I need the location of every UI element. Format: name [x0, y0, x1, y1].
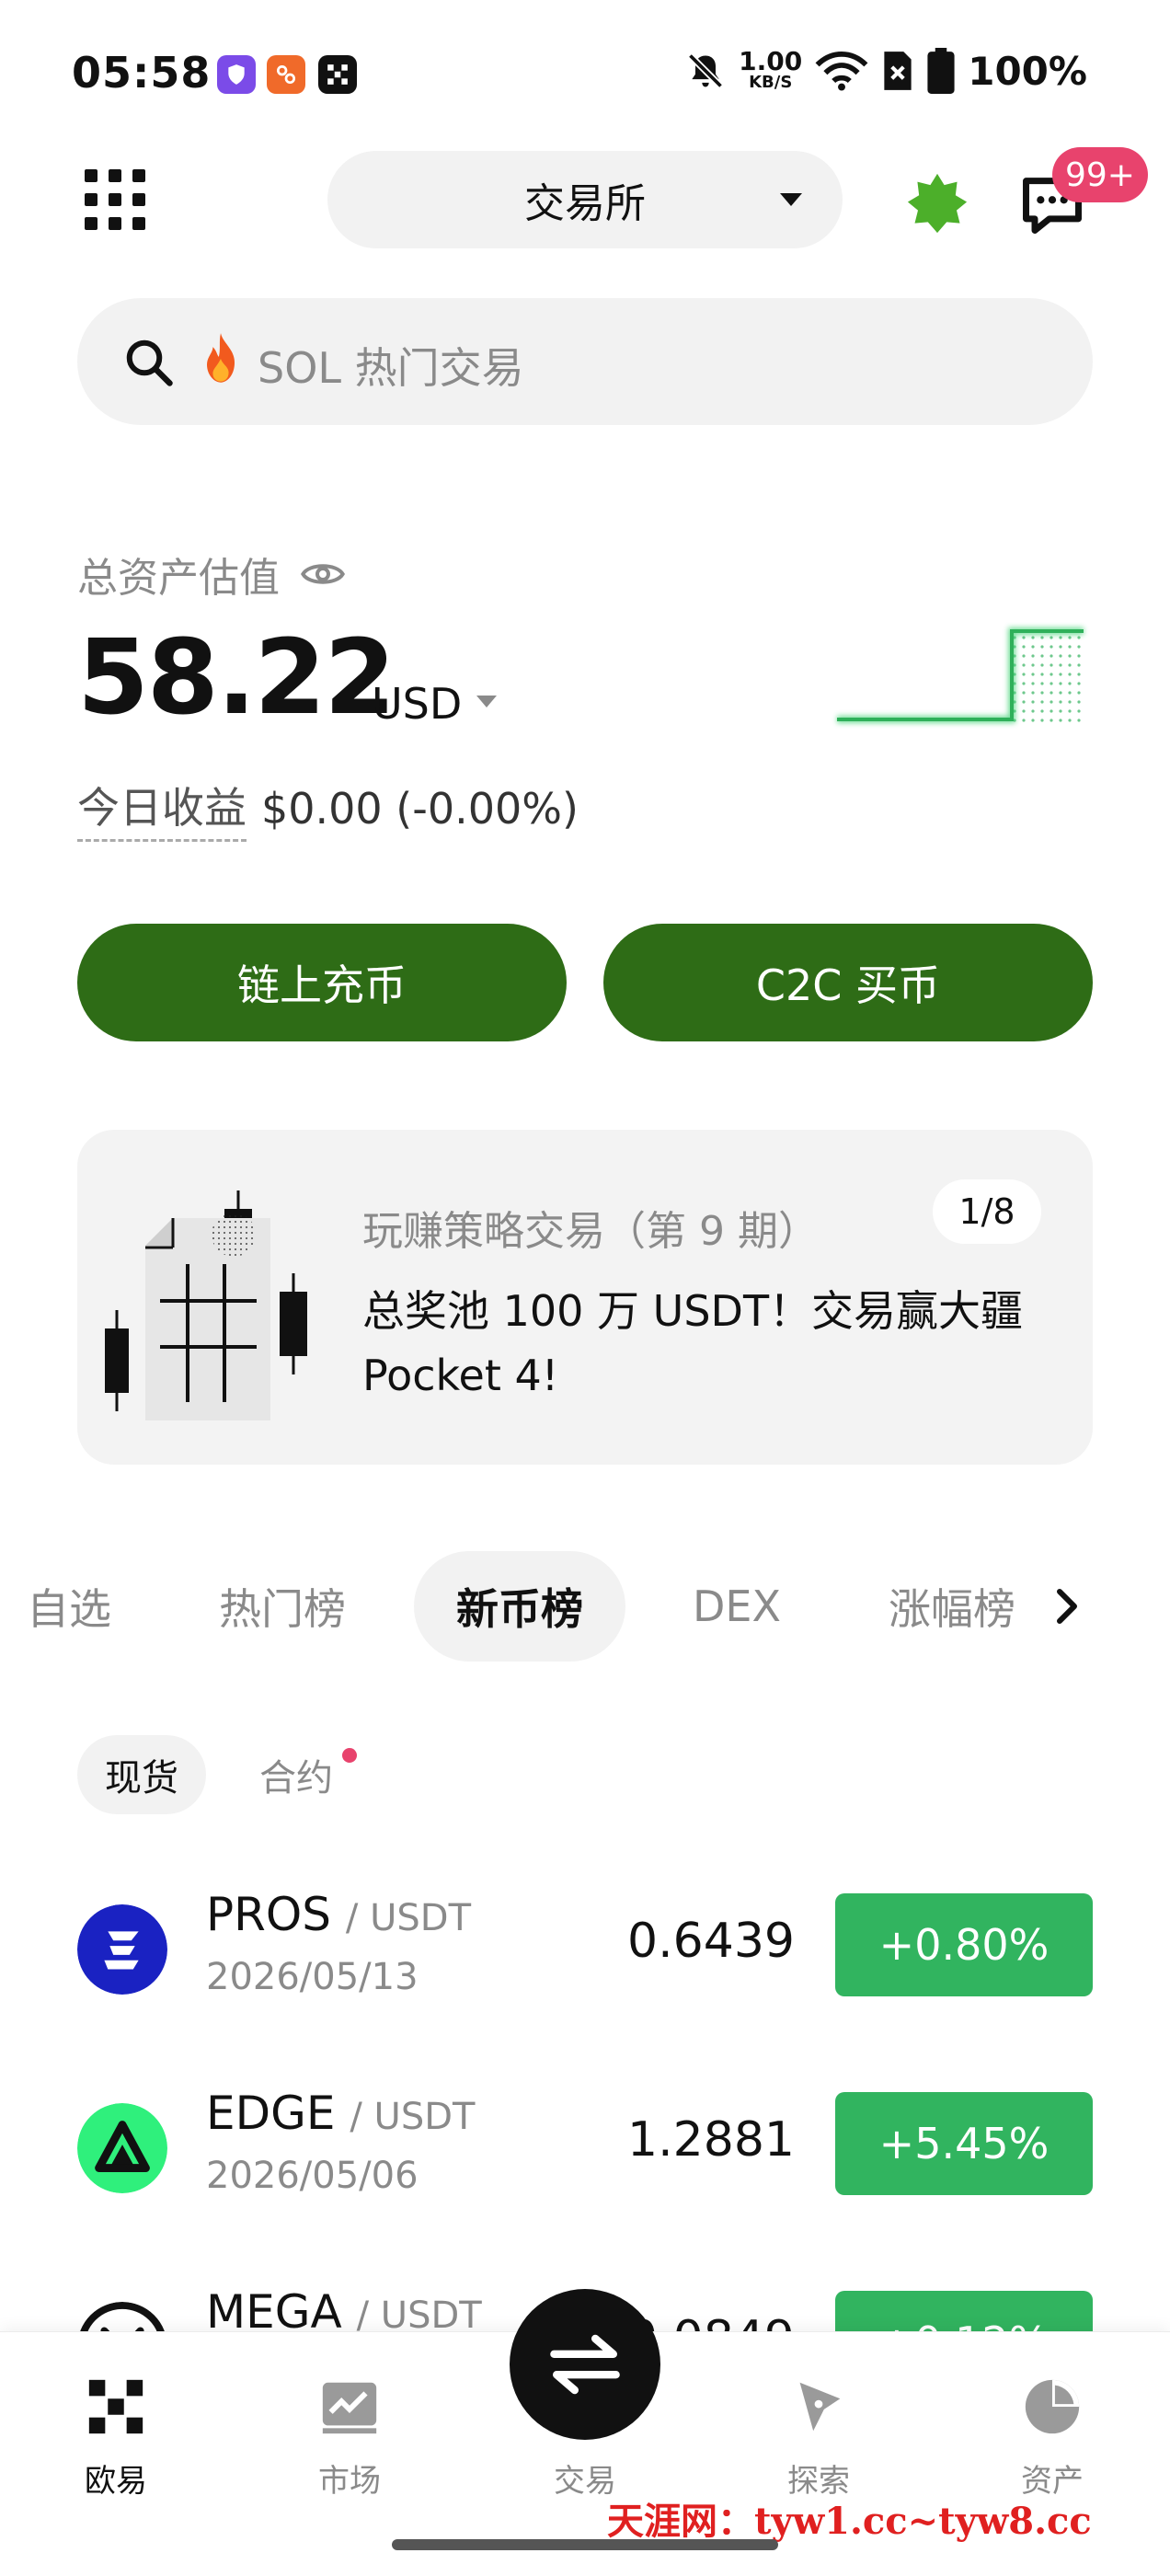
total-assets-label: 总资产估值: [77, 545, 346, 604]
banner-page-indicator: 1/8: [933, 1179, 1041, 1244]
pros-coin-icon: [77, 1904, 167, 1995]
no-sim-icon: [884, 52, 912, 90]
compass-icon: [799, 2382, 841, 2432]
pair-name: PROS / USDT: [206, 1888, 471, 1941]
tab-new-listings[interactable]: 新币榜: [414, 1551, 625, 1662]
okx-logo-icon: [88, 2379, 143, 2434]
network-speed: 1.00 KB/S: [739, 46, 803, 92]
nav-okx-home[interactable]: 欧易: [33, 2365, 199, 2531]
subtab-futures[interactable]: 合约: [241, 1735, 351, 1814]
today-pnl: 今日收益 $0.00 (-0.00%): [77, 775, 579, 842]
currency-chevron-down-icon[interactable]: [476, 696, 497, 707]
tab-watchlist[interactable]: 自选: [18, 1551, 120, 1662]
chevron-down-icon: [780, 193, 802, 206]
edge-coin-icon: [77, 2103, 167, 2193]
exchange-mode-selector[interactable]: 交易所: [327, 151, 843, 248]
mute-bell-icon: [688, 52, 724, 89]
status-time: 05:58: [72, 48, 212, 98]
c2c-buy-button[interactable]: C2C 买币: [603, 924, 1093, 1041]
total-assets-value: 58.22: [77, 618, 396, 738]
market-chart-icon: [322, 2382, 377, 2434]
pair-name: EDGE / USDT: [206, 2087, 476, 2140]
nav-market[interactable]: 市场: [267, 2365, 432, 2531]
star-badge-icon[interactable]: [905, 171, 969, 236]
app-header: 交易所 99+: [0, 147, 1170, 258]
asset-sparkline: [837, 627, 1085, 727]
price-change-badge[interactable]: +0.80%: [835, 1893, 1093, 1996]
today-pnl-value: $0.00 (-0.00%): [261, 783, 579, 834]
listing-date: 2026/05/06: [206, 2155, 419, 2197]
fire-icon: [207, 333, 235, 383]
banner-subtitle: 玩赚策略交易（第 9 期）: [362, 1208, 819, 1255]
today-pnl-label[interactable]: 今日收益: [77, 775, 247, 842]
nav-label: 市场: [318, 2463, 381, 2500]
battery-percent: 100%: [968, 48, 1087, 94]
last-price: 0.6439: [627, 1914, 795, 1969]
last-price: 1.2881: [627, 2112, 795, 2168]
list-item[interactable]: PROS / USDT 2026/05/13 0.6439 +0.80%: [0, 1868, 1170, 2052]
tab-dex[interactable]: DEX: [677, 1551, 797, 1662]
total-assets-label-text: 总资产估值: [77, 555, 280, 602]
search-placeholder: SOL 热门交易: [258, 343, 524, 393]
app-notification-icon: [267, 55, 305, 94]
pie-chart-icon: [1025, 2379, 1080, 2434]
search-bar[interactable]: SOL 热门交易: [77, 298, 1093, 425]
okx-notification-icon: [318, 55, 357, 94]
wifi-icon: [815, 52, 868, 91]
onchain-deposit-button[interactable]: 链上充币: [77, 924, 567, 1041]
home-indicator[interactable]: [392, 2539, 778, 2550]
market-tabs: 自选 热门榜 新币榜 DEX 涨幅榜: [0, 1551, 1170, 1662]
trade-button[interactable]: [510, 2289, 660, 2440]
banner-title: 总奖池 100 万 USDT！交易赢大疆 Pocket 4!: [362, 1286, 1024, 1400]
message-count-badge: 99+: [1052, 147, 1148, 202]
promo-banner[interactable]: 玩赚策略交易（第 9 期） 1/8 总奖池 100 万 USDT！交易赢大疆 P…: [77, 1130, 1093, 1465]
status-right: 1.00 KB/S 100%: [685, 48, 1087, 94]
vpn-app-icon: [217, 55, 256, 94]
candlestick-grid-illustration: [105, 1190, 307, 1420]
tab-gainers[interactable]: 涨幅榜: [874, 1551, 1030, 1662]
subtab-spot[interactable]: 现货: [77, 1735, 206, 1814]
currency-selector[interactable]: USD: [372, 679, 462, 729]
futures-new-dot: [342, 1748, 357, 1763]
chevron-right-icon[interactable]: [1049, 1588, 1085, 1625]
tab-hot[interactable]: 热门榜: [204, 1551, 361, 1662]
price-change-badge[interactable]: +5.45%: [835, 2092, 1093, 2195]
watermark-text: 天涯网：tyw1.cc~tyw8.cc: [607, 2500, 1092, 2543]
swap-arrows-icon: [550, 2334, 620, 2395]
battery-icon: [927, 48, 955, 94]
status-bar: 05:58 1.00 KB/S 100%: [0, 0, 1170, 147]
exchange-mode-label: 交易所: [524, 180, 646, 227]
menu-grid-icon[interactable]: [85, 169, 145, 230]
listing-date: 2026/05/13: [206, 1956, 419, 1998]
eye-icon[interactable]: [300, 558, 346, 590]
search-icon: [126, 339, 173, 386]
list-item[interactable]: EDGE / USDT 2026/05/06 1.2881 +5.45%: [0, 2066, 1170, 2250]
nav-label: 欧易: [85, 2463, 147, 2500]
